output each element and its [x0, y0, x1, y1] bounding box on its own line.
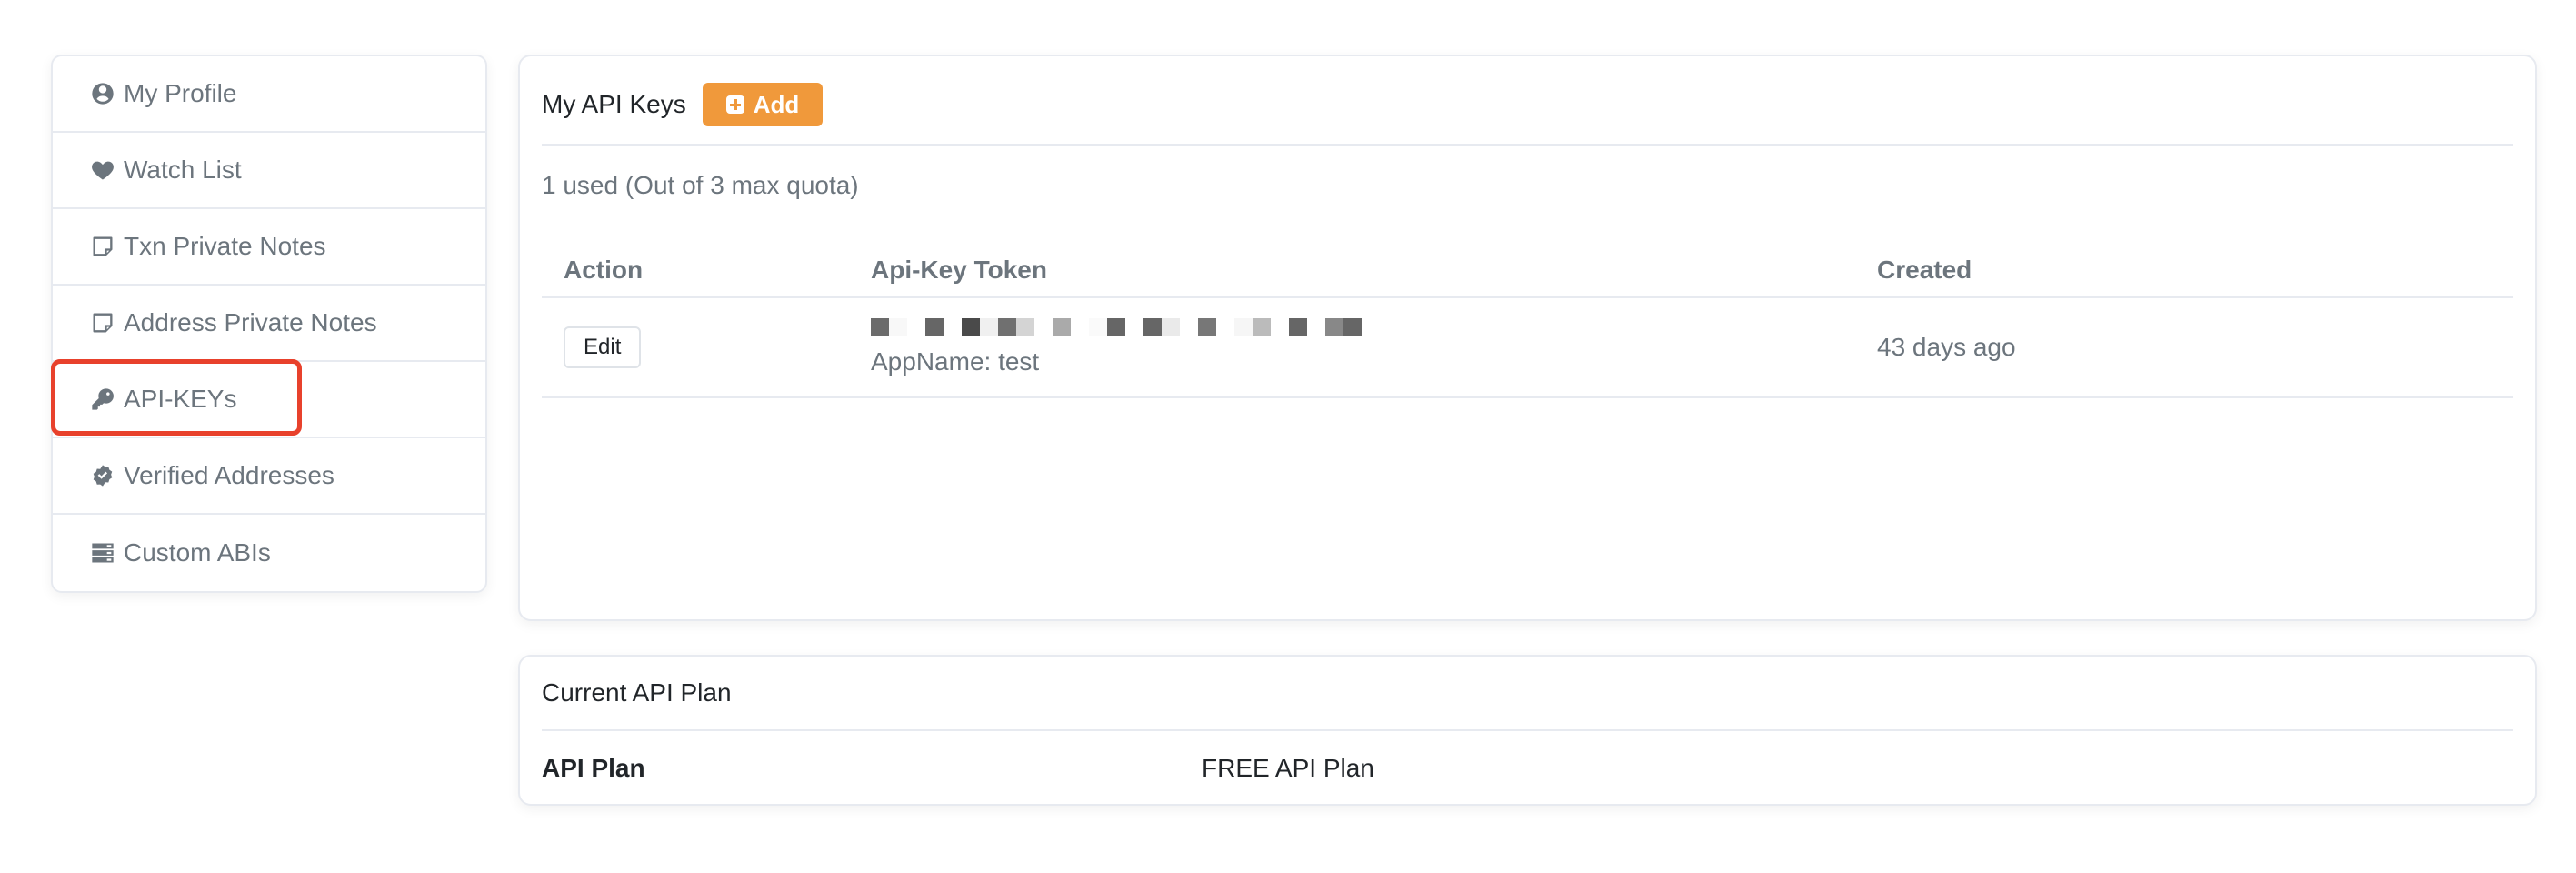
redacted-token [871, 318, 1877, 336]
column-header-token: Api-Key Token [871, 256, 1047, 284]
sidebar-item-verified-addresses[interactable]: Verified Addresses [53, 438, 485, 515]
key-icon [89, 386, 116, 413]
sidebar-item-txn-private-notes[interactable]: Txn Private Notes [53, 209, 485, 286]
account-sidebar: My Profile Watch List Txn Private Notes … [51, 55, 487, 593]
sidebar-item-label: Custom ABIs [124, 538, 271, 567]
api-keys-title: My API Keys [542, 90, 686, 118]
add-api-key-button[interactable]: Add [702, 83, 824, 126]
sidebar-item-custom-abis[interactable]: Custom ABIs [53, 515, 485, 591]
quota-text: 1 used (Out of 3 max quota) [542, 171, 859, 199]
api-plan-label: API Plan [542, 754, 645, 782]
sticky-note-icon [89, 233, 116, 260]
table-row: Edit AppName: test 43 days ago [542, 298, 2513, 398]
sidebar-item-label: Address Private Notes [124, 308, 377, 336]
api-keys-table: Action Api-Key Token Created Edit AppNam… [542, 244, 2513, 398]
edit-button[interactable]: Edit [564, 326, 642, 368]
sticky-note-icon [89, 309, 116, 336]
action-cell: Edit [542, 326, 871, 368]
sidebar-item-address-private-notes[interactable]: Address Private Notes [53, 286, 485, 362]
add-button-label: Add [753, 90, 800, 118]
token-cell: AppName: test [871, 318, 1877, 376]
sidebar-item-label: Txn Private Notes [124, 232, 326, 260]
api-keys-header: My API Keys Add [542, 56, 2513, 146]
sidebar-item-label: Watch List [124, 156, 242, 184]
sidebar-item-label: API-KEYs [124, 385, 237, 413]
api-keys-card: My API Keys Add 1 used (Out of 3 max quo… [518, 55, 2537, 621]
table-header-row: Action Api-Key Token Created [542, 244, 2513, 298]
api-plan-row: API Plan FREE API Plan [542, 731, 2513, 806]
sidebar-item-api-keys[interactable]: API-KEYs [53, 362, 485, 438]
heart-icon [89, 156, 116, 184]
api-plan-value: FREE API Plan [1202, 754, 1374, 782]
plus-square-icon [725, 95, 744, 114]
sidebar-item-label: My Profile [124, 79, 237, 107]
sidebar-item-label: Verified Addresses [124, 461, 334, 489]
column-header-action: Action [564, 256, 644, 284]
api-plan-title: Current API Plan [542, 678, 732, 707]
sidebar-item-watch-list[interactable]: Watch List [53, 133, 485, 209]
app-name: AppName: test [871, 347, 1040, 376]
sidebar-item-my-profile[interactable]: My Profile [53, 56, 485, 133]
api-plan-header: Current API Plan [542, 657, 2513, 731]
badge-check-icon [89, 462, 116, 489]
created-cell: 43 days ago [1877, 333, 2016, 361]
server-icon [89, 539, 116, 567]
column-header-created: Created [1877, 256, 1972, 284]
user-circle-icon [89, 80, 116, 107]
api-plan-card: Current API Plan API Plan FREE API Plan [518, 655, 2537, 806]
